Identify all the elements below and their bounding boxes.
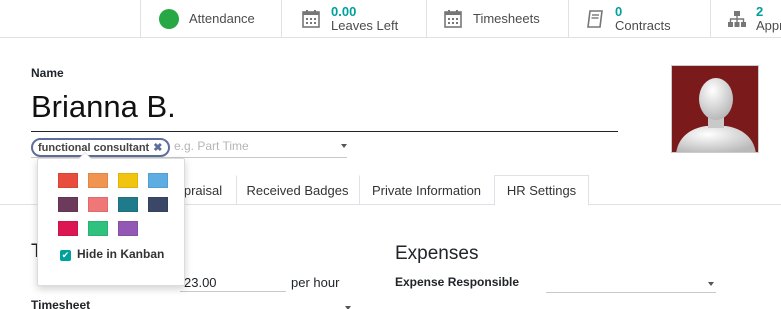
chevron-down-icon[interactable] <box>708 282 714 286</box>
color-swatch[interactable] <box>118 221 138 236</box>
employee-avatar[interactable] <box>671 65 759 153</box>
attendance-label: Attendance <box>189 11 255 26</box>
color-swatch[interactable] <box>88 173 108 188</box>
expense-responsible-select[interactable] <box>546 292 716 293</box>
timesheet-label: Timesheet <box>31 298 91 309</box>
hide-in-kanban-label[interactable]: Hide in Kanban <box>77 247 164 261</box>
leaves-left-count: 0.00 <box>331 4 357 19</box>
cost-input[interactable]: 23.00 <box>184 275 217 290</box>
attendance-button[interactable]: Attendance <box>140 0 281 38</box>
contracts-button[interactable]: 0 Contracts <box>568 0 710 38</box>
calendar-icon <box>442 8 464 30</box>
name-label: Name <box>31 66 64 80</box>
cost-input-underline <box>180 291 286 292</box>
color-swatch[interactable] <box>58 221 78 236</box>
color-swatch[interactable] <box>58 197 78 212</box>
color-swatch[interactable] <box>58 173 78 188</box>
tab-hr-settings[interactable]: HR Settings <box>494 175 589 206</box>
calendar-icon <box>300 8 322 30</box>
contracts-label: Contracts <box>615 18 671 33</box>
tag-badge[interactable]: functional consultant ✖ <box>31 138 171 157</box>
avatar-placeholder-icon <box>676 78 756 152</box>
color-swatch[interactable] <box>118 173 138 188</box>
leaves-left-button[interactable]: 0.00 Leaves Left <box>281 0 426 38</box>
tab-label: HR Settings <box>506 183 577 198</box>
smart-button-bar: Attendance 0.00 Leaves Left Timesheets 0… <box>0 0 781 38</box>
color-swatch[interactable] <box>118 197 138 212</box>
org-chart-icon <box>727 8 747 30</box>
cost-unit: per hour <box>291 275 340 290</box>
color-swatch[interactable] <box>148 173 168 188</box>
tag-label: functional consultant <box>38 141 150 154</box>
contracts-count: 0 <box>615 4 623 19</box>
tab-received-badges[interactable]: Received Badges <box>236 175 359 205</box>
employee-name-field[interactable]: Brianna B. <box>31 86 618 132</box>
timesheets-label: Timesheets <box>473 11 540 26</box>
timesheets-button[interactable]: Timesheets <box>426 0 568 38</box>
expense-responsible-label: Expense Responsible <box>395 275 520 289</box>
color-swatch[interactable] <box>88 197 108 212</box>
hide-in-kanban-checkbox[interactable]: ✔ <box>60 250 71 261</box>
appraisals-count: 2 <box>756 4 764 19</box>
leaves-left-label: Leaves Left <box>331 18 399 33</box>
tab-label: Private Information <box>371 182 482 198</box>
color-swatch[interactable] <box>88 221 108 236</box>
tags-input-placeholder[interactable]: e.g. Part Time <box>174 139 249 153</box>
book-icon <box>584 8 606 30</box>
appraisals-button[interactable]: 2 Appr <box>710 0 781 38</box>
appraisals-label: Appr <box>756 18 781 33</box>
color-swatch[interactable] <box>148 197 168 212</box>
tab-private-information[interactable]: Private Information <box>359 175 494 205</box>
tab-label: Received Badges <box>246 182 349 198</box>
green-dot-icon <box>158 8 180 30</box>
remove-tag-icon[interactable]: ✖ <box>153 141 162 154</box>
tag-color-popover: ✔ Hide in Kanban <box>37 152 185 286</box>
expenses-section-title: Expenses <box>395 243 479 264</box>
chevron-down-icon[interactable] <box>341 144 347 148</box>
tab-label: praisal <box>183 182 223 198</box>
